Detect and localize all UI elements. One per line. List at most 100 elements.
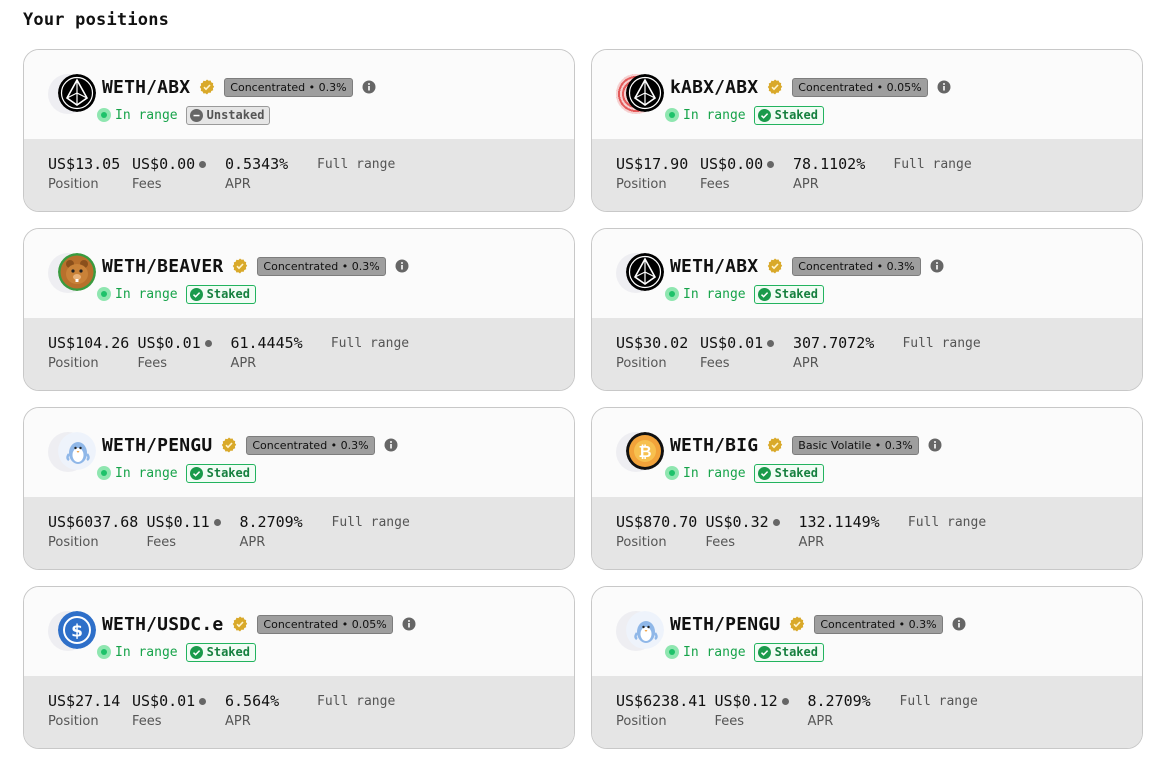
stake-status-label: Staked xyxy=(774,466,818,480)
fees-info-dot-icon[interactable] xyxy=(767,160,775,168)
range-status: In range xyxy=(683,644,746,660)
fees-info-dot-icon[interactable] xyxy=(213,518,221,526)
info-icon[interactable] xyxy=(362,80,376,94)
in-range-dot-icon xyxy=(97,287,111,301)
fees-info-dot-icon[interactable] xyxy=(199,697,207,705)
fees-info-dot-icon[interactable] xyxy=(781,697,789,705)
staked-check-icon xyxy=(189,466,203,480)
fees-value: US$0.00 xyxy=(700,155,764,173)
position-value: US$6037.68 xyxy=(48,513,139,531)
in-range-dot-icon xyxy=(665,108,679,122)
pool-type-badge: Concentrated • 0.3% xyxy=(814,614,943,634)
pair-name[interactable]: WETH/USDC.e xyxy=(102,614,223,635)
position-card-8[interactable]: WETH/PENGU Concentrated • 0.3% In range … xyxy=(591,586,1143,749)
info-icon[interactable] xyxy=(937,80,951,94)
staked-check-icon xyxy=(757,108,771,122)
stake-status-label: Staked xyxy=(774,108,818,122)
stake-status-badge: Unstaked xyxy=(185,105,271,125)
position-card-header: WETH/BEAVER Concentrated • 0.3% In range… xyxy=(24,229,574,320)
apr-value: 8.2709% xyxy=(239,513,303,531)
stake-status-badge: Staked xyxy=(185,284,256,304)
pool-type-badge: Concentrated • 0.3% xyxy=(246,435,375,455)
pool-type-badge: Basic Volatile • 0.3% xyxy=(792,435,919,455)
info-icon[interactable] xyxy=(928,438,942,452)
in-range-dot-icon xyxy=(97,466,111,480)
position-metric: US$870.70 Position xyxy=(616,513,697,550)
position-card-7[interactable]: $ WETH/USDC.e Concentrated • 0.05% In ra… xyxy=(23,586,575,749)
range-type: Full range xyxy=(317,157,396,172)
fees-info-dot-icon[interactable] xyxy=(767,339,775,347)
pair-name[interactable]: WETH/ABX xyxy=(670,256,758,277)
apr-metric: 61.4445% APR xyxy=(230,334,302,371)
range-type: Full range xyxy=(317,694,396,709)
fees-value: US$0.32 xyxy=(705,513,769,531)
verified-icon xyxy=(767,437,783,453)
staked-check-icon xyxy=(757,645,771,659)
fees-value: US$0.01 xyxy=(700,334,764,352)
position-card-metrics: US$13.05 Position US$0.00 Fees 0.5343% A… xyxy=(24,139,574,211)
fees-label: Fees xyxy=(132,177,162,192)
pair-name[interactable]: WETH/BEAVER xyxy=(102,256,223,277)
apr-value: 78.1102% xyxy=(793,155,866,173)
position-card-6[interactable]: ₿ WETH/BIG Basic Volatile • 0.3% In rang… xyxy=(591,407,1143,570)
position-card-metrics: US$104.26 Position US$0.01 Fees 61.4445%… xyxy=(24,318,574,390)
pool-type-badge: Concentrated • 0.3% xyxy=(224,77,353,97)
in-range-dot-icon xyxy=(97,108,111,122)
pair-name[interactable]: WETH/BIG xyxy=(670,435,758,456)
svg-text:$: $ xyxy=(71,622,83,642)
pair-name[interactable]: WETH/PENGU xyxy=(670,614,780,635)
stake-status-label: Staked xyxy=(206,645,250,659)
apr-metric: 6.564% APR xyxy=(225,692,279,729)
apr-value: 307.7072% xyxy=(793,334,875,352)
position-card-header: WETH/PENGU Concentrated • 0.3% In range … xyxy=(24,408,574,499)
pair-name[interactable]: kABX/ABX xyxy=(670,77,758,98)
fees-info-dot-icon[interactable] xyxy=(204,339,212,347)
range-type: Full range xyxy=(331,515,410,530)
range-status: In range xyxy=(683,465,746,481)
position-card-metrics: US$17.90 Position US$0.00 Fees 78.1102% … xyxy=(592,139,1142,211)
position-card-header: $ WETH/USDC.e Concentrated • 0.05% In ra… xyxy=(24,587,574,678)
fees-label: Fees xyxy=(700,356,730,371)
fees-label: Fees xyxy=(137,356,167,371)
verified-icon xyxy=(221,437,237,453)
position-label: Position xyxy=(616,714,667,729)
info-icon[interactable] xyxy=(384,438,398,452)
position-card-4[interactable]: WETH/ABX Concentrated • 0.3% In range St… xyxy=(591,228,1143,391)
in-range-dot-icon xyxy=(665,287,679,301)
info-icon[interactable] xyxy=(930,259,944,273)
position-card-metrics: US$27.14 Position US$0.01 Fees 6.564% AP… xyxy=(24,676,574,748)
stake-status-badge: Staked xyxy=(753,284,824,304)
apr-metric: 8.2709% APR xyxy=(240,513,303,550)
fees-info-dot-icon[interactable] xyxy=(199,160,207,168)
fees-value: US$0.12 xyxy=(714,692,778,710)
position-card-5[interactable]: WETH/PENGU Concentrated • 0.3% In range … xyxy=(23,407,575,570)
verified-icon xyxy=(232,258,248,274)
verified-icon xyxy=(789,616,805,632)
stake-status-label: Staked xyxy=(206,466,250,480)
fees-metric: US$0.01 Fees xyxy=(700,334,775,371)
position-card-metrics: US$6037.68 Position US$0.11 Fees 8.2709%… xyxy=(24,497,574,569)
staked-check-icon xyxy=(757,287,771,301)
position-card-3[interactable]: WETH/BEAVER Concentrated • 0.3% In range… xyxy=(23,228,575,391)
fees-info-dot-icon[interactable] xyxy=(772,518,780,526)
token-logo-pair xyxy=(48,251,96,295)
pair-name[interactable]: WETH/ABX xyxy=(102,77,190,98)
info-icon[interactable] xyxy=(395,259,409,273)
info-icon[interactable] xyxy=(402,617,416,631)
position-card-2[interactable]: kABX/ABX Concentrated • 0.05% In range S… xyxy=(591,49,1143,212)
range-status: In range xyxy=(115,465,178,481)
page-title: Your positions xyxy=(23,10,170,30)
apr-value: 61.4445% xyxy=(230,334,303,352)
position-value: US$104.26 xyxy=(48,334,130,352)
stake-status-label: Staked xyxy=(774,287,818,301)
apr-label: APR xyxy=(230,356,257,371)
apr-metric: 0.5343% APR xyxy=(225,155,288,192)
pool-type-badge: Concentrated • 0.05% xyxy=(792,77,928,97)
position-card-header: WETH/ABX Concentrated • 0.3% In range St… xyxy=(592,229,1142,320)
pair-name[interactable]: WETH/PENGU xyxy=(102,435,212,456)
range-type: Full range xyxy=(893,157,972,172)
apr-metric: 8.2709% APR xyxy=(808,692,871,729)
position-card-1[interactable]: WETH/ABX Concentrated • 0.3% In range Un… xyxy=(23,49,575,212)
info-icon[interactable] xyxy=(952,617,966,631)
big-logo: ₿ xyxy=(626,432,664,470)
